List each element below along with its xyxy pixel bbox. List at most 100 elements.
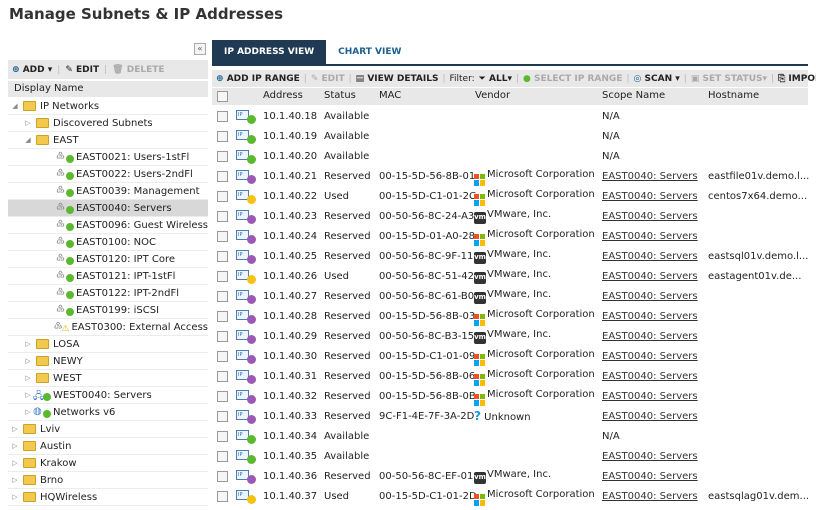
table-row[interactable]: IP 10.1.40.32 Reserved 00-15-5D-56-8B-0B… xyxy=(212,387,808,407)
column-mac[interactable]: MAC xyxy=(379,90,401,101)
tree-item[interactable]: ▷ Lviv xyxy=(8,421,208,438)
table-row[interactable]: IP 10.1.40.26 Used 00-50-56-8C-51-42 vmV… xyxy=(212,267,808,287)
expand-arrow-icon[interactable]: ▷ xyxy=(10,493,20,501)
table-row[interactable]: IP 10.1.40.37 Used 00-15-5D-C1-01-2D Mic… xyxy=(212,487,809,507)
scope-name-link[interactable]: EAST0040: Servers xyxy=(602,211,698,222)
tree-item[interactable]: ▷ 🖧 WEST0040: Servers xyxy=(8,387,208,404)
view-details-button[interactable]: ▤ VIEW DETAILS xyxy=(356,74,439,84)
tree-item[interactable]: ▷ HQWireless xyxy=(8,489,208,506)
tree-item[interactable]: ▷ WEST xyxy=(8,370,208,387)
row-checkbox[interactable] xyxy=(217,491,228,502)
row-checkbox[interactable] xyxy=(217,371,228,382)
scope-name-link[interactable]: EAST0040: Servers xyxy=(602,311,698,322)
table-row[interactable]: IP 10.1.40.25 Reserved 00-50-56-8C-9F-11… xyxy=(212,247,808,267)
table-row[interactable]: IP 10.1.40.18 Available N/A xyxy=(212,107,808,127)
tree-item[interactable]: ▷ Brno xyxy=(8,472,208,489)
tree-item[interactable]: ▷ NEWY xyxy=(8,353,208,370)
tree-item[interactable]: ♷ EAST0022: Users-2ndFl xyxy=(8,166,208,183)
scope-name-link[interactable]: EAST0040: Servers xyxy=(602,231,698,242)
scope-name-link[interactable]: EAST0040: Servers xyxy=(602,251,698,262)
expand-arrow-icon[interactable]: ▷ xyxy=(10,476,20,484)
table-row[interactable]: IP 10.1.40.30 Reserved 00-15-5D-C1-01-09… xyxy=(212,347,808,367)
expanded-arrow-icon[interactable]: ◢ xyxy=(10,102,20,110)
row-checkbox[interactable] xyxy=(217,391,228,402)
tree-item[interactable]: ◢ EAST xyxy=(8,132,208,149)
row-checkbox[interactable] xyxy=(217,291,228,302)
tree-item[interactable]: ♷ EAST0121: IPT-1stFl xyxy=(8,268,208,285)
add-button[interactable]: ⊕ ADD ▾ xyxy=(12,65,52,75)
scope-name-link[interactable]: EAST0040: Servers xyxy=(602,491,698,502)
tree-item[interactable]: ▷ Discovered Subnets xyxy=(8,115,208,132)
expand-arrow-icon[interactable]: ▷ xyxy=(23,374,33,382)
tree-item[interactable]: ▷ Austin xyxy=(8,438,208,455)
display-name-column-header[interactable]: Display Name xyxy=(8,81,208,97)
column-hostname[interactable]: Hostname xyxy=(708,90,759,101)
expand-arrow-icon[interactable]: ▷ xyxy=(23,340,33,348)
add-ip-range-button[interactable]: ⊕ ADD IP RANGE xyxy=(216,74,300,84)
tree-item[interactable]: ♷ EAST0120: IPT Core xyxy=(8,251,208,268)
table-row[interactable]: IP 10.1.40.33 Reserved 9C-F1-4E-7F-3A-2D… xyxy=(212,407,808,427)
scan-button[interactable]: ◎ SCAN ▾ xyxy=(634,74,680,84)
scope-name-link[interactable]: EAST0040: Servers xyxy=(602,471,698,482)
expand-arrow-icon[interactable]: ▷ xyxy=(23,408,33,416)
expanded-arrow-icon[interactable]: ◢ xyxy=(23,136,33,144)
tree-item[interactable]: ♷ EAST0040: Servers xyxy=(8,200,208,217)
table-row[interactable]: IP 10.1.40.20 Available N/A xyxy=(212,147,808,167)
expand-arrow-icon[interactable]: ▷ xyxy=(10,459,20,467)
row-checkbox[interactable] xyxy=(217,211,228,222)
row-checkbox[interactable] xyxy=(217,171,228,182)
column-vendor[interactable]: Vendor xyxy=(475,90,510,101)
expand-arrow-icon[interactable]: ▷ xyxy=(10,425,20,433)
row-checkbox[interactable] xyxy=(217,151,228,162)
row-checkbox[interactable] xyxy=(217,351,228,362)
edit-button[interactable]: ✎ EDIT xyxy=(65,65,99,75)
table-row[interactable]: IP 10.1.40.19 Available N/A xyxy=(212,127,808,147)
row-checkbox[interactable] xyxy=(217,271,228,282)
scope-name-link[interactable]: EAST0040: Servers xyxy=(602,271,698,282)
tree-item[interactable]: ▷ ◍ Networks v6 xyxy=(8,404,208,421)
import-button[interactable]: ⎘ IMPORT▾ xyxy=(778,74,816,84)
table-row[interactable]: IP 10.1.40.21 Reserved 00-15-5D-56-8B-01… xyxy=(212,167,809,187)
scope-name-link[interactable]: EAST0040: Servers xyxy=(602,411,698,422)
table-row[interactable]: IP 10.1.40.24 Reserved 00-15-5D-01-A0-28… xyxy=(212,227,808,247)
tree-item[interactable]: ♷ EAST0039: Management xyxy=(8,183,208,200)
tab-chart-view[interactable]: CHART VIEW xyxy=(326,40,413,64)
scope-name-link[interactable]: EAST0040: Servers xyxy=(602,171,698,182)
table-row[interactable]: IP 10.1.40.35 Available EAST0040: Server… xyxy=(212,447,808,467)
scope-name-link[interactable]: EAST0040: Servers xyxy=(602,191,698,202)
tree-item[interactable]: ♷ EAST0199: iSCSI xyxy=(8,302,208,319)
expand-arrow-icon[interactable]: ▷ xyxy=(23,119,33,127)
set-status-button[interactable]: ▣ SET STATUS▾ xyxy=(691,74,767,84)
tree-item[interactable]: ♷ EAST0100: NOC xyxy=(8,234,208,251)
table-row[interactable]: IP 10.1.40.36 Reserved 00-50-56-8C-EF-01… xyxy=(212,467,808,487)
expand-arrow-icon[interactable]: ▷ xyxy=(23,357,33,365)
edit-button[interactable]: ✎ EDIT xyxy=(311,74,345,84)
column-address[interactable]: Address xyxy=(263,90,303,101)
tree-item[interactable]: ♷ ⚠ EAST0300: External Access xyxy=(8,319,208,336)
column-status[interactable]: Status xyxy=(324,90,356,101)
table-row[interactable]: IP 10.1.40.34 Available N/A xyxy=(212,427,808,447)
collapse-panel-button[interactable]: « xyxy=(194,43,206,55)
scope-name-link[interactable]: EAST0040: Servers xyxy=(602,371,698,382)
table-row[interactable]: IP 10.1.40.31 Reserved 00-15-5D-56-8B-06… xyxy=(212,367,808,387)
tree-item[interactable]: ▷ Krakow xyxy=(8,455,208,472)
scope-name-link[interactable]: EAST0040: Servers xyxy=(602,291,698,302)
row-checkbox[interactable] xyxy=(217,411,228,422)
tree-item[interactable]: ♷ EAST0122: IPT-2ndFl xyxy=(8,285,208,302)
tree-item[interactable]: ♷ EAST0021: Users-1stFl xyxy=(8,149,208,166)
row-checkbox[interactable] xyxy=(217,331,228,342)
tree-item[interactable]: ♷ EAST0096: Guest Wireless xyxy=(8,217,208,234)
table-row[interactable]: IP 10.1.40.22 Used 00-15-5D-C1-01-2C Mic… xyxy=(212,187,808,207)
row-checkbox[interactable] xyxy=(217,231,228,242)
row-checkbox[interactable] xyxy=(217,191,228,202)
scope-name-link[interactable]: EAST0040: Servers xyxy=(602,451,698,462)
tree-item[interactable]: ▷ LOSA xyxy=(8,336,208,353)
row-checkbox[interactable] xyxy=(217,471,228,482)
select-all-checkbox[interactable] xyxy=(217,91,228,102)
row-checkbox[interactable] xyxy=(217,451,228,462)
expand-arrow-icon[interactable]: ▷ xyxy=(23,391,33,399)
tab-ip-address-view[interactable]: IP ADDRESS VIEW xyxy=(212,40,327,64)
column-scope-name[interactable]: Scope Name xyxy=(602,90,665,101)
table-row[interactable]: IP 10.1.40.27 Reserved 00-50-56-8C-61-B0… xyxy=(212,287,808,307)
row-checkbox[interactable] xyxy=(217,251,228,262)
